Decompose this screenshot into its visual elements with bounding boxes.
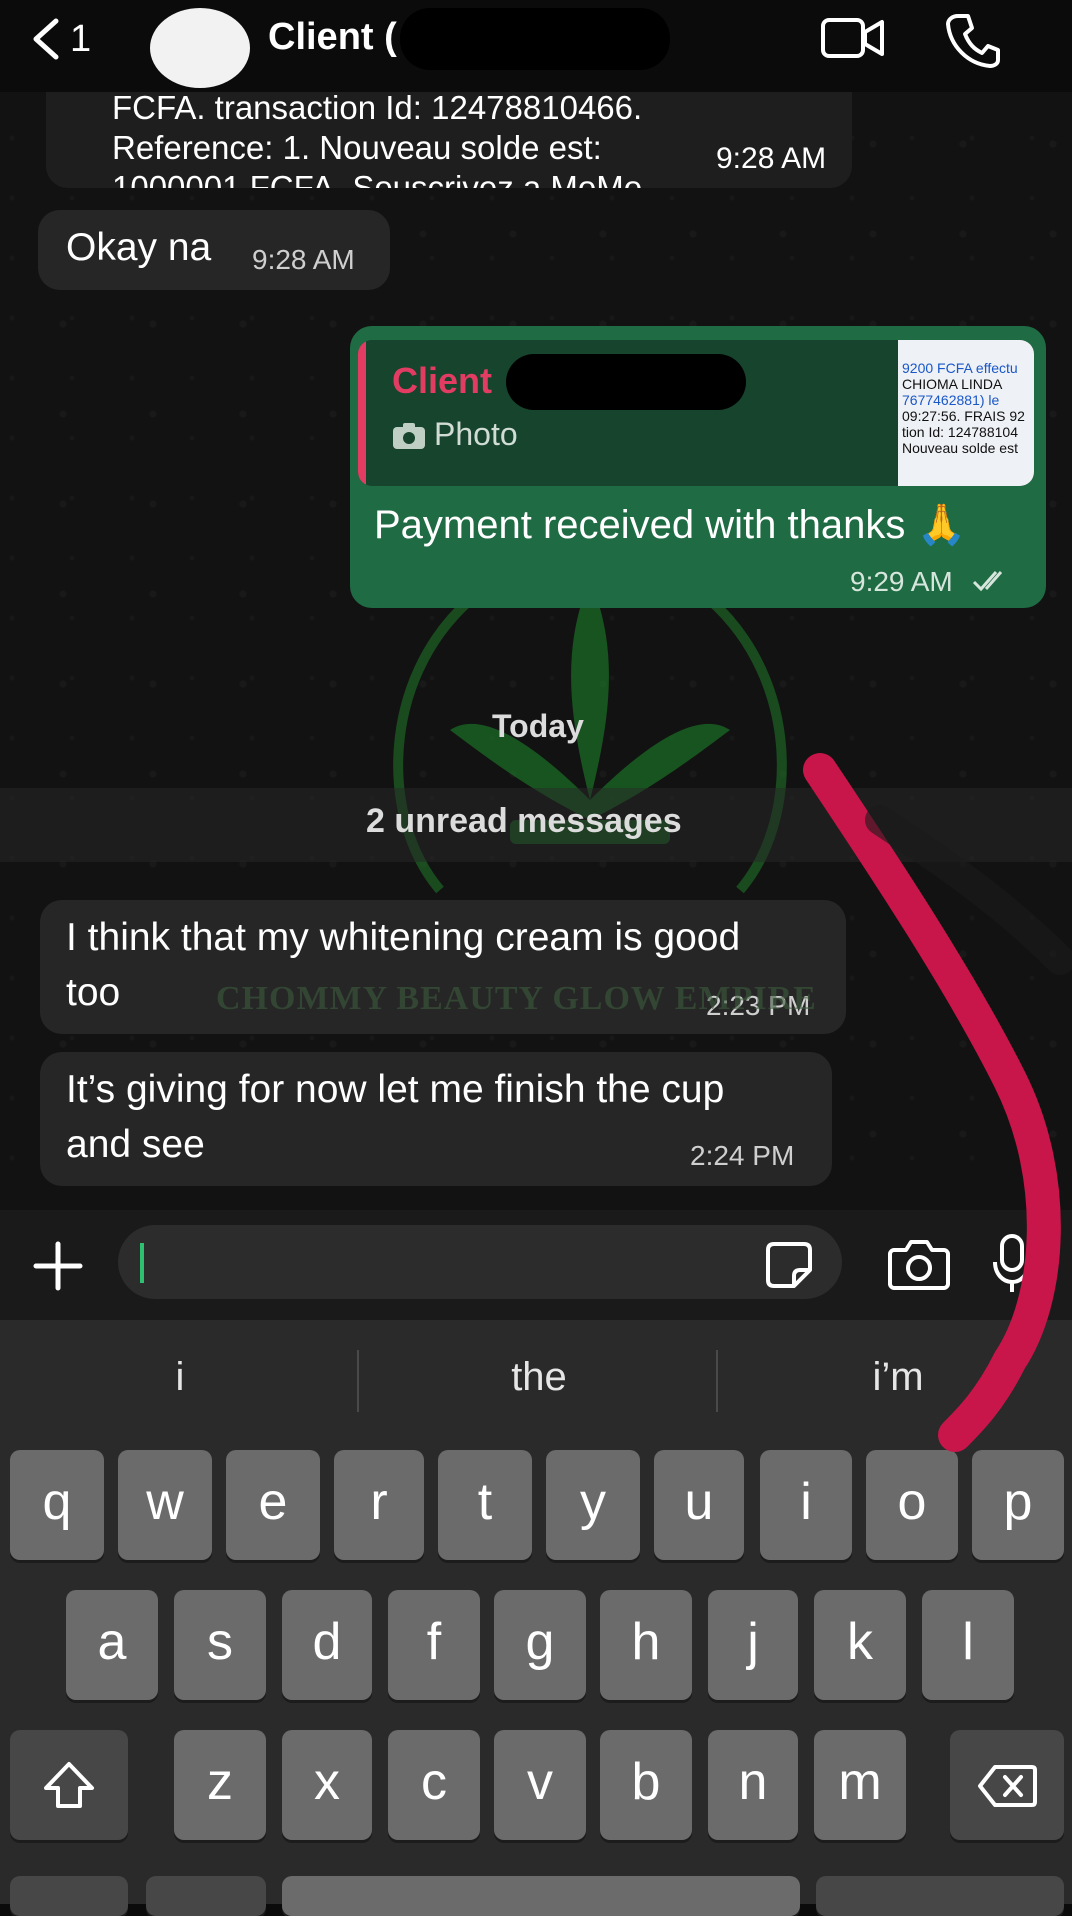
key-x[interactable]: x: [282, 1730, 372, 1840]
double-check-icon: [972, 571, 1003, 592]
key-d[interactable]: d: [282, 1590, 372, 1700]
reply-sender-name: Client: [392, 360, 493, 401]
suggestion-2[interactable]: the: [389, 1355, 689, 1400]
reply-media-label: Photo: [434, 416, 518, 452]
message-time: 2:24 PM: [690, 1140, 795, 1171]
camera-icon[interactable]: [888, 1238, 950, 1290]
key-v[interactable]: v: [494, 1730, 586, 1840]
message-text-line: I think that my whitening cream is good: [66, 916, 741, 959]
watermark-logo-icon: [393, 580, 787, 894]
message-text: Payment received with thanks 🙏: [374, 503, 967, 547]
message-text-line: and see: [66, 1123, 205, 1166]
plus-icon[interactable]: [32, 1240, 84, 1292]
key-k[interactable]: k: [814, 1590, 906, 1700]
thumb-text-line: 9200 FCFA effectu: [902, 360, 1018, 376]
key-i[interactable]: i: [760, 1450, 852, 1560]
suggestion-1[interactable]: i: [30, 1355, 330, 1400]
key-l[interactable]: l: [922, 1590, 1014, 1700]
key-c[interactable]: c: [388, 1730, 480, 1840]
back-button[interactable]: 1: [28, 14, 98, 64]
message-text-line: It’s giving for now let me finish the cu…: [66, 1068, 725, 1111]
microphone-icon[interactable]: [992, 1234, 1032, 1294]
return-key[interactable]: [816, 1876, 1064, 1916]
message-text-line: Reference: 1. Nouveau solde est:: [112, 129, 602, 166]
message-bubble-incoming[interactable]: FCFA. transaction Id: 12478810466. Refer…: [46, 92, 852, 188]
chevron-left-icon: [33, 18, 59, 60]
avatar[interactable]: [150, 8, 250, 88]
key-n[interactable]: n: [708, 1730, 798, 1840]
delete-icon: [978, 1765, 1037, 1807]
reply-quote[interactable]: Client Photo 9200 FCFA effectu CHIOMA LI…: [358, 340, 1034, 486]
key-u[interactable]: u: [654, 1450, 744, 1560]
video-camera-icon[interactable]: [820, 14, 886, 62]
thumb-text-line: tion Id: 124788104: [902, 424, 1018, 440]
suggestion-divider: [716, 1350, 718, 1412]
key-j[interactable]: j: [708, 1590, 798, 1700]
message-bubble-incoming[interactable]: It’s giving for now let me finish the cu…: [40, 1052, 832, 1186]
thumb-text-line: 7677462881) le: [902, 392, 1000, 408]
message-time: 9:29 AM: [850, 566, 953, 597]
key-y[interactable]: y: [546, 1450, 640, 1560]
message-time: 9:28 AM: [716, 142, 827, 175]
key-r[interactable]: r: [334, 1450, 424, 1560]
chat-area[interactable]: 1 Client ( FCFA. transaction Id: 1247881…: [0, 0, 1072, 1210]
date-separator: Today: [492, 708, 584, 744]
redaction-mark: [400, 8, 670, 70]
sticker-icon[interactable]: [764, 1240, 814, 1290]
thumb-text-line: CHIOMA LINDA: [902, 376, 1003, 392]
key-m[interactable]: m: [814, 1730, 906, 1840]
thumb-text-line: 09:27:56. FRAIS 92: [902, 408, 1025, 424]
key-a[interactable]: a: [66, 1590, 158, 1700]
key-p[interactable]: p: [972, 1450, 1064, 1560]
delete-key[interactable]: [950, 1730, 1064, 1840]
key-t[interactable]: t: [438, 1450, 532, 1560]
reply-thumbnail: 9200 FCFA effectu CHIOMA LINDA 767746288…: [898, 340, 1034, 486]
key-o[interactable]: o: [866, 1450, 958, 1560]
key-f[interactable]: f: [388, 1590, 480, 1700]
text-caret: [140, 1243, 144, 1283]
unread-banner-text: 2 unread messages: [366, 802, 682, 840]
key-w[interactable]: w: [118, 1450, 212, 1560]
key-q[interactable]: q: [10, 1450, 104, 1560]
message-text: Okay na: [66, 226, 212, 269]
key-h[interactable]: h: [600, 1590, 692, 1700]
thumb-text-line: Nouveau solde est: [902, 440, 1018, 456]
key-e[interactable]: e: [226, 1450, 320, 1560]
chat-header: 1 Client (: [0, 0, 1072, 92]
camera-small-icon: [393, 423, 425, 449]
key-g[interactable]: g: [494, 1590, 586, 1700]
redaction-mark: [506, 354, 746, 410]
emoji-key[interactable]: [146, 1876, 266, 1916]
message-bubble-incoming[interactable]: Okay na 9:28 AM: [38, 210, 390, 290]
numbers-key[interactable]: [10, 1876, 128, 1916]
space-key[interactable]: [282, 1876, 800, 1916]
phone-icon[interactable]: [946, 12, 1002, 68]
suggestion-divider: [357, 1350, 359, 1412]
key-s[interactable]: s: [174, 1590, 266, 1700]
shift-icon: [44, 1762, 94, 1808]
message-text-line: too: [66, 971, 121, 1014]
suggestion-3[interactable]: i’m: [748, 1355, 1048, 1400]
watermark-text: CHOMMY BEAUTY GLOW EMPIRE: [216, 980, 817, 1017]
message-text-line: 1000001 FCFA. Souscrivez a MoMo: [112, 169, 643, 188]
message-text-line: FCFA. transaction Id: 12478810466.: [112, 92, 643, 126]
key-b[interactable]: b: [600, 1730, 692, 1840]
message-time: 9:28 AM: [252, 244, 355, 275]
shift-key[interactable]: [10, 1730, 128, 1840]
unread-count: 1: [70, 17, 92, 60]
reply-accent-bar: [358, 340, 366, 486]
key-z[interactable]: z: [174, 1730, 266, 1840]
chat-title[interactable]: Client (: [268, 16, 397, 59]
message-input[interactable]: [118, 1225, 842, 1299]
